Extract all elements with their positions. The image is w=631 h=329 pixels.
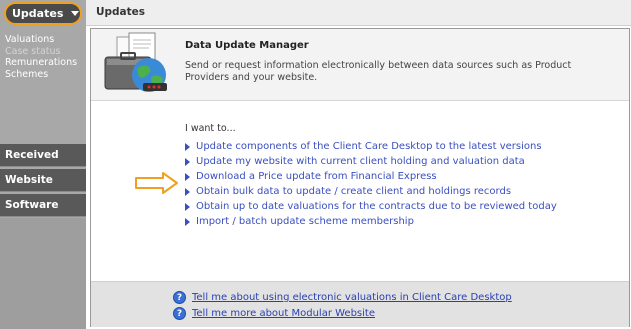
intro-section: Data Update Manager Send or request info… bbox=[91, 29, 629, 101]
intro-description: Send or request information electronical… bbox=[185, 60, 572, 83]
arrow-right-icon bbox=[185, 172, 190, 181]
submenu-item-schemes[interactable]: Schemes bbox=[0, 69, 86, 81]
chevron-down-icon bbox=[71, 11, 80, 16]
updates-menu-tab[interactable]: Updates bbox=[4, 2, 82, 25]
page-header: Updates bbox=[86, 0, 631, 26]
updates-submenu: Valuations Case status Remunerations Sch… bbox=[0, 30, 86, 120]
option-label: Import / batch update scheme membership bbox=[196, 216, 414, 227]
help-link-modular-website[interactable]: Tell me more about Modular Website bbox=[192, 308, 375, 319]
app-frame: Updates Valuations Case status Remunerat… bbox=[0, 0, 631, 329]
option-update-components[interactable]: Update components of the Client Care Des… bbox=[185, 139, 557, 154]
options-prompt: I want to... bbox=[185, 123, 236, 134]
sidebar-item-received[interactable]: Received bbox=[0, 144, 86, 167]
arrow-right-icon bbox=[185, 142, 190, 151]
option-obtain-valuations[interactable]: Obtain up to date valuations for the con… bbox=[185, 199, 557, 214]
sidebar-item-website[interactable]: Website bbox=[0, 169, 86, 192]
arrow-right-icon bbox=[185, 217, 190, 226]
submenu-item-remunerations[interactable]: Remunerations bbox=[0, 57, 86, 69]
help-icon: ? bbox=[173, 307, 186, 320]
options-list: Update components of the Client Care Des… bbox=[185, 139, 557, 229]
help-icon: ? bbox=[173, 291, 186, 304]
intro-title: Data Update Manager bbox=[185, 40, 309, 51]
option-obtain-bulk-data[interactable]: Obtain bulk data to update / create clie… bbox=[185, 184, 557, 199]
option-label: Download a Price update from Financial E… bbox=[196, 171, 437, 182]
option-label: Obtain bulk data to update / create clie… bbox=[196, 186, 512, 197]
arrow-right-icon bbox=[185, 202, 190, 211]
help-link-electronic-valuations[interactable]: Tell me about using electronic valuation… bbox=[192, 292, 512, 303]
sidebar-filler bbox=[0, 218, 86, 329]
help-footer: ? Tell me about using electronic valuati… bbox=[91, 281, 629, 327]
help-row: ? Tell me more about Modular Website bbox=[173, 307, 375, 320]
arrow-right-icon bbox=[185, 157, 190, 166]
option-download-price-update[interactable]: Download a Price update from Financial E… bbox=[185, 169, 557, 184]
submenu-item-case-status[interactable]: Case status bbox=[0, 46, 86, 58]
updates-tab-label: Updates bbox=[12, 7, 64, 20]
option-label: Obtain up to date valuations for the con… bbox=[196, 201, 557, 212]
main-panel: Data Update Manager Send or request info… bbox=[90, 28, 630, 327]
arrow-right-icon bbox=[185, 187, 190, 196]
sidebar-item-software[interactable]: Software bbox=[0, 194, 86, 217]
option-update-website[interactable]: Update my website with current client ho… bbox=[185, 154, 557, 169]
callout-arrow-icon bbox=[135, 172, 178, 194]
option-label: Update my website with current client ho… bbox=[196, 156, 525, 167]
page-title: Updates bbox=[96, 6, 146, 18]
data-update-manager-logo bbox=[104, 32, 167, 92]
option-import-scheme-membership[interactable]: Import / batch update scheme membership bbox=[185, 214, 557, 229]
help-row: ? Tell me about using electronic valuati… bbox=[173, 291, 512, 304]
option-label: Update components of the Client Care Des… bbox=[196, 141, 542, 152]
submenu-item-valuations[interactable]: Valuations bbox=[0, 34, 86, 46]
